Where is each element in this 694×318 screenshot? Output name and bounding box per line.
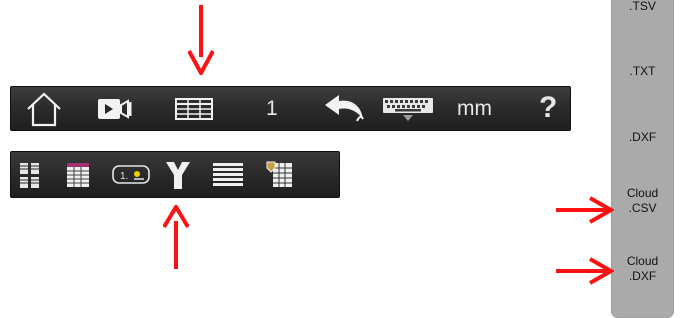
export-dxf-button[interactable]: .DXF [611, 130, 674, 145]
undo-icon[interactable] [321, 93, 365, 125]
export-cloud-csv-line2: .CSV [628, 201, 657, 215]
sub-toolbar: 1. [10, 151, 340, 198]
export-txt-button[interactable]: .TXT [611, 64, 674, 79]
video-camera-icon[interactable] [97, 97, 133, 121]
arrow-right-icon [556, 257, 614, 285]
keyboard-icon[interactable] [383, 98, 433, 122]
export-cloud-dxf-line2: .DXF [628, 269, 657, 283]
table-edit-icon[interactable] [265, 160, 293, 190]
grid-table-icon[interactable] [66, 162, 90, 188]
export-panel: .TSV .TXT .DXF Cloud .CSV Cloud .DXF [611, 0, 674, 318]
main-toolbar: 1 mm ? [10, 86, 571, 131]
home-icon[interactable] [25, 90, 63, 128]
lines-list-icon[interactable] [213, 163, 243, 187]
count-label[interactable]: 1 [266, 98, 278, 119]
split-y-icon[interactable] [165, 160, 191, 190]
export-cloud-dxf-button[interactable]: Cloud .DXF [611, 254, 674, 284]
export-txt-label: .TXT [629, 64, 656, 78]
export-cloud-dxf-line1: Cloud [626, 254, 659, 268]
export-cloud-csv-line1: Cloud [626, 186, 659, 200]
units-label[interactable]: mm [457, 98, 492, 119]
arrow-up-icon [163, 205, 189, 269]
copy-table-icon[interactable] [19, 162, 41, 190]
arrow-right-icon [556, 196, 614, 224]
export-dxf-label: .DXF [628, 130, 657, 144]
field-number: 1. [120, 171, 128, 182]
arrow-down-icon [188, 5, 214, 75]
export-tsv-button[interactable]: .TSV [611, 0, 674, 14]
numbered-field-icon[interactable]: 1. [112, 165, 150, 185]
export-cloud-csv-button[interactable]: Cloud .CSV [611, 186, 674, 216]
table-view-icon[interactable] [175, 98, 213, 120]
help-button[interactable]: ? [539, 93, 557, 123]
export-tsv-label: .TSV [629, 0, 656, 13]
